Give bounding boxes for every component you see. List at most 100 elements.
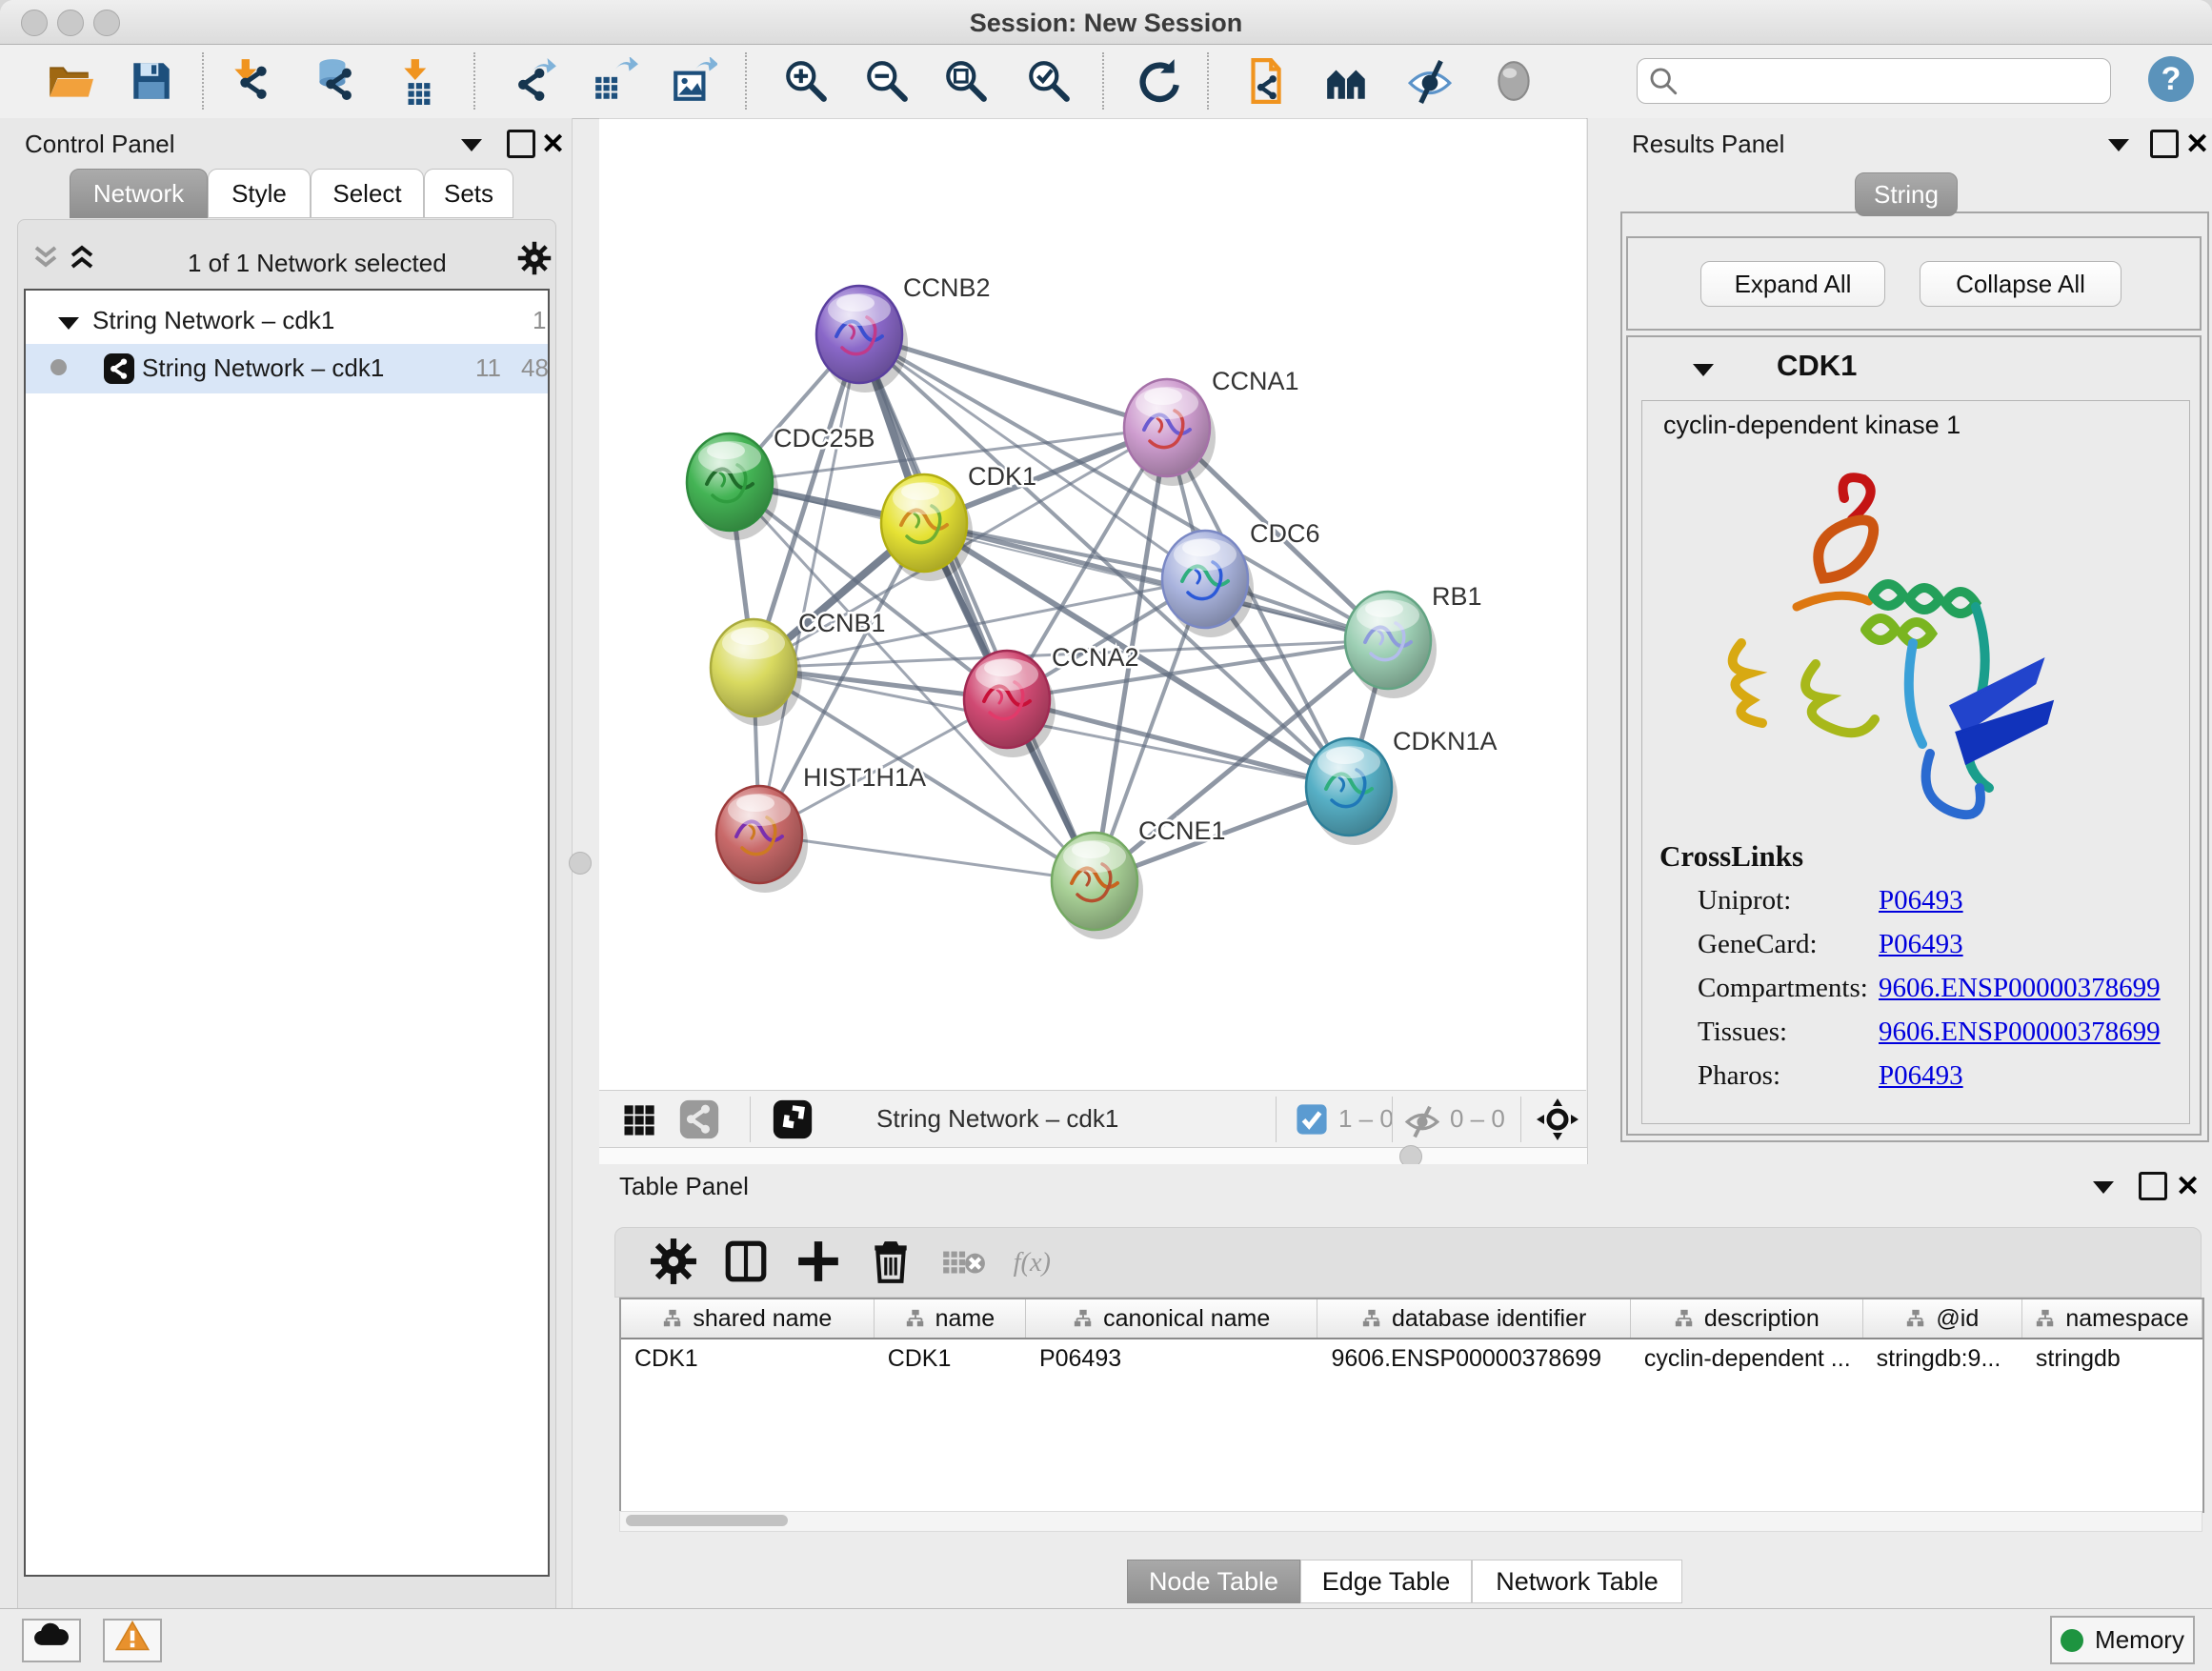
table-cell[interactable]: 9606.ENSP00000378699 <box>1317 1339 1630 1378</box>
tab-network[interactable]: Network <box>70 169 208 218</box>
gene-collapse-icon[interactable] <box>1691 360 1716 384</box>
network-edge[interactable] <box>759 835 1095 881</box>
open-session-icon[interactable] <box>46 57 93 105</box>
show-columns-icon[interactable] <box>722 1238 770 1285</box>
panel-close-icon[interactable]: ✕ <box>2176 1170 2200 1203</box>
crosslink-link[interactable]: P06493 <box>1879 885 1963 916</box>
cloud-button[interactable] <box>22 1619 81 1662</box>
column-header-6[interactable]: namespace <box>2022 1299 2202 1338</box>
current-network-dot-icon <box>50 359 67 375</box>
hidden-eye-icon[interactable] <box>1404 1102 1440 1143</box>
table-cell[interactable]: CDK1 <box>621 1339 875 1378</box>
memory-ok-dot-icon <box>2061 1629 2083 1652</box>
network-canvas[interactable]: CCNB2CCNA1CDC25BCDK1CDC6RB1CCNB1CCNA2CDK… <box>599 118 1586 1091</box>
network-node-CCNB2[interactable] <box>816 286 908 393</box>
crosslink-link[interactable]: P06493 <box>1879 1060 1963 1092</box>
network-node-HIST1H1A[interactable] <box>716 786 808 893</box>
panel-collapse-icon[interactable] <box>2091 1178 2116 1201</box>
panel-float-icon[interactable] <box>507 130 535 158</box>
table-cell[interactable]: P06493 <box>1026 1339 1318 1378</box>
first-neighbors-icon[interactable] <box>1323 57 1371 105</box>
tab-sets[interactable]: Sets <box>424 169 513 218</box>
network-node-CDK1[interactable] <box>881 474 973 581</box>
tab-node-table[interactable]: Node Table <box>1127 1560 1300 1603</box>
network-node-CCNA1[interactable] <box>1124 379 1216 486</box>
column-header-0[interactable]: shared name <box>621 1299 875 1338</box>
table-cell[interactable]: stringdb:9... <box>1863 1339 2022 1378</box>
import-table-icon[interactable] <box>396 57 444 105</box>
refresh-layout-icon[interactable] <box>1135 57 1182 105</box>
hide-selected-icon[interactable] <box>1406 57 1454 105</box>
tab-string-results[interactable]: String <box>1855 172 1958 216</box>
search-input[interactable] <box>1687 63 2101 97</box>
panel-float-icon[interactable] <box>2139 1172 2167 1200</box>
export-table-icon[interactable] <box>592 57 639 105</box>
network-edge[interactable] <box>759 334 859 835</box>
zoom-fit-icon[interactable] <box>942 57 990 105</box>
add-column-icon[interactable] <box>794 1238 842 1285</box>
left-splitter-handle[interactable] <box>569 852 592 875</box>
tab-edge-table[interactable]: Edge Table <box>1300 1560 1472 1603</box>
warnings-button[interactable] <box>103 1619 162 1662</box>
network-node-CDC25B[interactable] <box>687 433 778 540</box>
table-horizontal-scrollbar[interactable] <box>619 1511 2202 1532</box>
network-node-RB1[interactable] <box>1345 592 1437 698</box>
grid-view-icon[interactable] <box>619 1098 661 1145</box>
crosslink-link[interactable]: 9606.ENSP00000378699 <box>1879 973 2161 1004</box>
export-network-icon[interactable] <box>511 57 558 105</box>
network-node-CCNE1[interactable] <box>1052 833 1143 939</box>
crosslink-link[interactable]: P06493 <box>1879 929 1963 960</box>
network-tree-root-row[interactable]: String Network – cdk1 1 <box>26 298 548 344</box>
network-node-CDKN1A[interactable] <box>1306 738 1398 845</box>
node-table: shared namenamecanonical namedatabase id… <box>619 1298 2204 1513</box>
zoom-in-icon[interactable] <box>782 57 830 105</box>
show-all-icon[interactable] <box>1490 57 1538 105</box>
panel-float-icon[interactable] <box>2150 130 2179 158</box>
column-header-4[interactable]: description <box>1631 1299 1863 1338</box>
network-tree-row-selected[interactable]: String Network – cdk1 11 48 <box>26 344 548 393</box>
table-options-gear-icon[interactable] <box>650 1238 697 1285</box>
collapse-all-button[interactable]: Collapse All <box>1920 261 2122 307</box>
table-row[interactable]: CDK1CDK1P064939606.ENSP00000378699cyclin… <box>621 1339 2202 1378</box>
toolbar-separator <box>202 52 204 110</box>
open-in-window-icon[interactable] <box>772 1098 814 1145</box>
column-header-1[interactable]: name <box>875 1299 1026 1338</box>
help-button[interactable]: ? <box>2148 56 2194 102</box>
save-session-icon[interactable] <box>128 57 175 105</box>
import-network-database-icon[interactable] <box>311 57 358 105</box>
delete-column-icon[interactable] <box>867 1238 915 1285</box>
tree-collapse-icon[interactable] <box>56 310 81 339</box>
table-cell[interactable]: stringdb <box>2022 1339 2202 1378</box>
toolbar-separator <box>1102 52 1104 110</box>
import-network-file-icon[interactable] <box>227 57 274 105</box>
panel-close-icon[interactable]: ✕ <box>2185 128 2209 161</box>
column-header-2[interactable]: canonical name <box>1026 1299 1318 1338</box>
scrollbar-thumb[interactable] <box>626 1515 788 1526</box>
node-label-CCNE1: CCNE1 <box>1138 816 1226 845</box>
zoom-selected-icon[interactable] <box>1025 57 1073 105</box>
panel-close-icon[interactable]: ✕ <box>541 128 565 161</box>
network-node-CDC6[interactable] <box>1162 531 1254 637</box>
clone-network-icon[interactable] <box>1241 57 1289 105</box>
expand-all-button[interactable]: Expand All <box>1700 261 1885 307</box>
string-badge-icon[interactable] <box>678 1098 720 1145</box>
column-header-5[interactable]: @id <box>1863 1299 2022 1338</box>
tab-select[interactable]: Select <box>311 169 424 218</box>
column-header-3[interactable]: database identifier <box>1317 1299 1630 1338</box>
tab-style[interactable]: Style <box>208 169 311 218</box>
birdseye-view-icon[interactable] <box>1535 1097 1580 1147</box>
expand-all-networks-icon[interactable] <box>68 243 96 276</box>
table-cell[interactable]: cyclin-dependent ... <box>1631 1339 1863 1378</box>
selected-checkbox-icon[interactable] <box>1296 1103 1328 1140</box>
network-node-CCNA2[interactable] <box>964 651 1056 757</box>
table-cell[interactable]: CDK1 <box>875 1339 1026 1378</box>
zoom-out-icon[interactable] <box>863 57 911 105</box>
panel-collapse-icon[interactable] <box>2106 135 2131 159</box>
crosslink-link[interactable]: 9606.ENSP00000378699 <box>1879 1017 2161 1048</box>
network-options-gear-icon[interactable]: > <box>517 241 552 280</box>
tab-network-table[interactable]: Network Table <box>1472 1560 1682 1603</box>
export-image-icon[interactable] <box>670 57 717 105</box>
memory-button[interactable]: Memory <box>2050 1616 2195 1664</box>
collapse-all-networks-icon[interactable] <box>31 243 60 276</box>
panel-collapse-icon[interactable] <box>459 135 484 159</box>
